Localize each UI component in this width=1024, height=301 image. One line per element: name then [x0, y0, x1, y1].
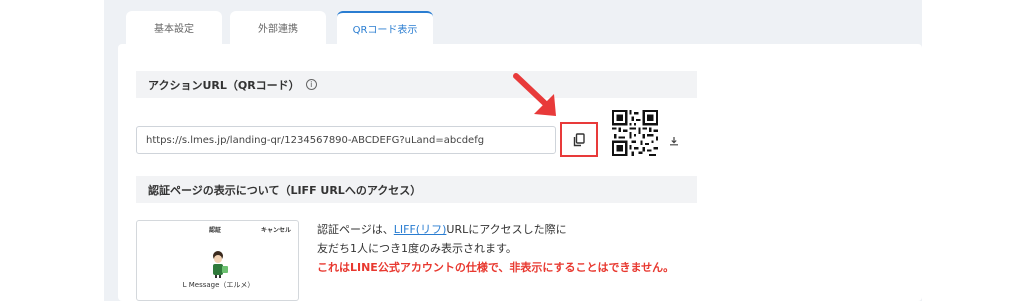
- preview-header-title: 認証: [209, 227, 222, 234]
- tab-basic-settings[interactable]: 基本設定: [126, 11, 222, 44]
- action-url-field[interactable]: https://s.lmes.jp/landing-qr/1234567890-…: [136, 126, 556, 154]
- account-avatar: [213, 251, 228, 278]
- auth-description-line-1: 認証ページは、LIFF(リフ)URLにアクセスした際に: [317, 221, 567, 237]
- info-icon[interactable]: i: [305, 79, 317, 90]
- action-url-title: アクションURL（QRコード）: [148, 78, 300, 92]
- action-url-section-header: アクションURL（QRコード） i: [136, 71, 697, 98]
- qr-code-image: [612, 110, 658, 156]
- download-qr-button[interactable]: [666, 133, 682, 149]
- download-icon: [670, 137, 678, 146]
- liff-link[interactable]: LIFF(リフ): [394, 223, 447, 236]
- auth-description-line-2: 友だち1人につき1度のみ表示されます。: [317, 242, 517, 255]
- tab-qr-code-display[interactable]: QRコード表示: [337, 11, 433, 44]
- auth-warning-text: これはLINE公式アカウントの仕様で、非表示にすることはできません。: [317, 261, 675, 274]
- auth-page-preview: 認証 キャンセル L Message（エルメ）: [136, 220, 299, 301]
- preview-account-name: L Message（エルメ）: [182, 281, 255, 289]
- copy-icon: [573, 132, 585, 146]
- copy-url-button[interactable]: [560, 122, 598, 157]
- auth-page-section-header: 認証ページの表示について（LIFF URLへのアクセス）: [136, 176, 697, 203]
- tab-external-integration[interactable]: 外部連携: [230, 11, 326, 44]
- description-suffix: URLにアクセスした際に: [446, 223, 567, 236]
- preview-cancel-label: キャンセル: [261, 227, 292, 234]
- red-arrow-indicator: [513, 73, 556, 116]
- description-prefix: 認証ページは、: [317, 223, 394, 236]
- auth-page-title: 認証ページの表示について（LIFF URLへのアクセス）: [148, 183, 422, 197]
